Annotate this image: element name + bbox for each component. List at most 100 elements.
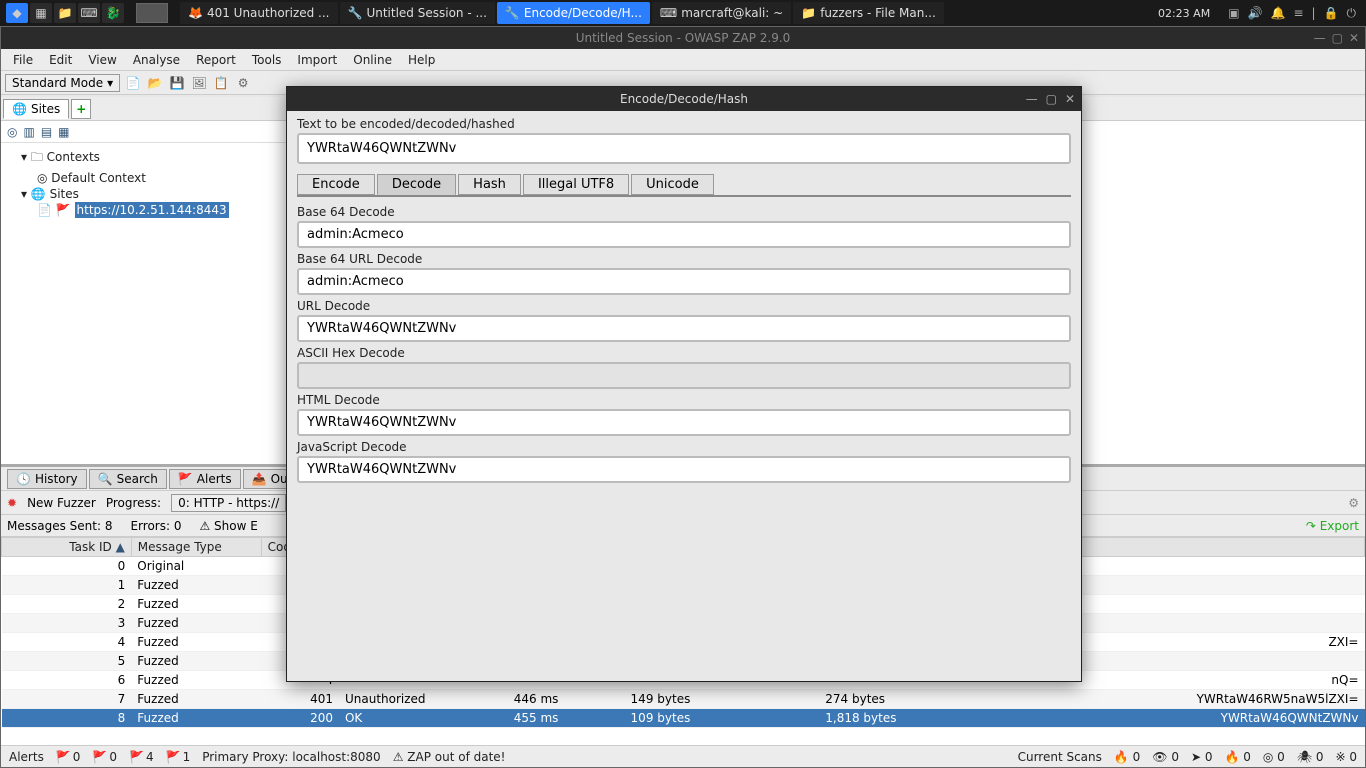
settings-icon[interactable]: ⚙ [234, 74, 252, 92]
export-button[interactable]: ↷ Export [1306, 519, 1359, 533]
show-errors[interactable]: ⚠ Show E [199, 519, 257, 533]
menu-online[interactable]: Online [347, 51, 398, 69]
chevron-down-icon: ▾ [107, 76, 113, 90]
save-icon[interactable]: 💾 [168, 74, 186, 92]
col-header[interactable]: Message Type [131, 538, 261, 557]
clock: 02:23 AM [1150, 7, 1218, 20]
power-icon[interactable]: ⏻ [1347, 6, 1357, 21]
section-label: ASCII Hex Decode [297, 344, 1071, 362]
menu-view[interactable]: View [82, 51, 122, 69]
decode-output[interactable] [297, 456, 1071, 483]
new-fuzzer-button[interactable]: New Fuzzer [27, 496, 96, 510]
kali-icon[interactable]: 🐉 [102, 3, 124, 23]
add-tab-button[interactable]: + [71, 99, 91, 119]
menu-icon[interactable]: ◆ [6, 3, 28, 23]
window-thumb[interactable] [136, 3, 168, 23]
decode-output[interactable] [297, 362, 1071, 389]
alerts-label: Alerts [9, 750, 44, 764]
launcher-tray: ◆ ▦ 📁 ⌨ 🐉 [0, 3, 130, 23]
menu-file[interactable]: File [7, 51, 39, 69]
gear-icon: ✹ [7, 496, 17, 510]
menu-import[interactable]: Import [291, 51, 343, 69]
close-icon[interactable]: ✕ [1349, 31, 1359, 45]
dialog-tab-illegal-utf8[interactable]: Illegal UTF8 [523, 174, 629, 195]
progress-dropdown[interactable]: 0: HTTP - https:// [171, 494, 286, 512]
notify-icon[interactable]: 🔔 [1270, 6, 1285, 21]
task-list: 🦊401 Unauthorized ...🔧Untitled Session -… [174, 2, 1150, 24]
col-header[interactable]: Task ID ▲ [2, 538, 132, 557]
terminal-icon[interactable]: ⌨ [78, 3, 100, 23]
input-label: Text to be encoded/decoded/hashed [297, 115, 1071, 133]
layout1-icon[interactable]: ▥ [23, 125, 34, 139]
encode-input[interactable] [297, 133, 1071, 164]
section-label: Base 64 URL Decode [297, 250, 1071, 268]
files-icon[interactable]: 📁 [54, 3, 76, 23]
open-icon[interactable]: 📂 [146, 74, 164, 92]
dialog-tab-encode[interactable]: Encode [297, 174, 375, 195]
menubar: FileEditView AnalyseReportToolsImportOnli… [1, 49, 1365, 71]
bottom-tab-history[interactable]: 🕓History [7, 469, 87, 489]
flag-icon: 🚩 [92, 750, 107, 764]
dialog-tab-unicode[interactable]: Unicode [631, 174, 714, 195]
flag-icon: 🚩 [56, 750, 71, 764]
layout2-icon[interactable]: ▤ [41, 125, 52, 139]
table-row[interactable]: 8Fuzzed200OK455 ms109 bytes1,818 bytesYW… [2, 709, 1365, 728]
sites-tree[interactable]: ▾ 🗀 Contexts ◎ Default Context ▾ 🌐 Sites… [1, 143, 287, 464]
flag-icon: 🚩 [166, 750, 181, 764]
menu2-icon[interactable]: ≡ [1293, 6, 1303, 21]
dialog-tab-decode[interactable]: Decode [377, 174, 456, 195]
status-bar: Alerts 🚩0 🚩0 🚩4 🚩1 Primary Proxy: localh… [1, 745, 1365, 767]
menu-report[interactable]: Report [190, 51, 242, 69]
decode-output[interactable] [297, 221, 1071, 248]
sites-pane: 🌐Sites + ◎ ▥ ▤ ▦ ▾ 🗀 Contexts ◎ Default … [1, 97, 289, 464]
task-item[interactable]: 🔧Encode/Decode/H... [497, 2, 650, 24]
bottom-tab-alerts[interactable]: 🚩Alerts [169, 469, 241, 489]
task-item[interactable]: ⌨marcraft@kali: ~ [652, 2, 791, 24]
app-icon[interactable]: ▦ [30, 3, 52, 23]
dialog-titlebar[interactable]: Encode/Decode/Hash — ▢ ✕ [287, 87, 1081, 111]
minimize-icon[interactable]: — [1026, 92, 1038, 106]
progress-label: Progress: [106, 496, 161, 510]
decode-section: JavaScript Decode [297, 438, 1071, 483]
task-item[interactable]: 🦊401 Unauthorized ... [180, 2, 338, 24]
maximize-icon[interactable]: ▢ [1046, 92, 1057, 106]
options-icon[interactable]: ⚙ [1348, 496, 1359, 510]
site-node-selected[interactable]: https://10.2.51.144:8443 [75, 202, 229, 218]
volume-icon[interactable]: 🔊 [1248, 6, 1263, 21]
close-icon[interactable]: ✕ [1065, 92, 1075, 106]
table-row[interactable]: 7Fuzzed401Unauthorized446 ms149 bytes274… [2, 690, 1365, 709]
messages-sent: Messages Sent: 8 [7, 519, 112, 533]
decode-output[interactable] [297, 409, 1071, 436]
maximize-icon[interactable]: ▢ [1332, 31, 1343, 45]
menu-tools[interactable]: Tools [246, 51, 288, 69]
menu-analyse[interactable]: Analyse [127, 51, 186, 69]
mode-dropdown[interactable]: Standard Mode▾ [5, 74, 120, 92]
decode-section: Base 64 URL Decode [297, 250, 1071, 295]
snapshot-icon[interactable]: 🖼 [190, 74, 208, 92]
outdated-warning: ⚠ ZAP out of date! [393, 750, 506, 764]
layout3-icon[interactable]: ▦ [58, 125, 69, 139]
bottom-tab-search[interactable]: 🔍Search [89, 469, 167, 489]
task-item[interactable]: 📁fuzzers - File Man... [793, 2, 944, 24]
decode-section: ASCII Hex Decode [297, 344, 1071, 389]
decode-section: Base 64 Decode [297, 203, 1071, 248]
menu-help[interactable]: Help [402, 51, 441, 69]
report-icon[interactable]: 📋 [212, 74, 230, 92]
dialog-tab-hash[interactable]: Hash [458, 174, 521, 195]
dialog-tabs: EncodeDecodeHashIllegal UTF8Unicode [297, 174, 1071, 195]
section-label: URL Decode [297, 297, 1071, 315]
target-icon[interactable]: ◎ [7, 125, 17, 139]
minimize-icon[interactable]: — [1314, 31, 1326, 45]
task-item[interactable]: 🔧Untitled Session - ... [340, 2, 495, 24]
sites-tab[interactable]: 🌐Sites [3, 99, 69, 119]
errors-count: Errors: 0 [130, 519, 181, 533]
screen-icon[interactable]: ▣ [1228, 6, 1239, 21]
decode-results: Base 64 Decode Base 64 URL Decode URL Deco… [297, 195, 1071, 483]
decode-output[interactable] [297, 315, 1071, 342]
menu-edit[interactable]: Edit [43, 51, 78, 69]
new-icon[interactable]: 📄 [124, 74, 142, 92]
globe-icon: 🌐 [12, 102, 27, 116]
section-label: HTML Decode [297, 391, 1071, 409]
decode-output[interactable] [297, 268, 1071, 295]
lock-icon[interactable]: 🔒 [1324, 6, 1339, 21]
